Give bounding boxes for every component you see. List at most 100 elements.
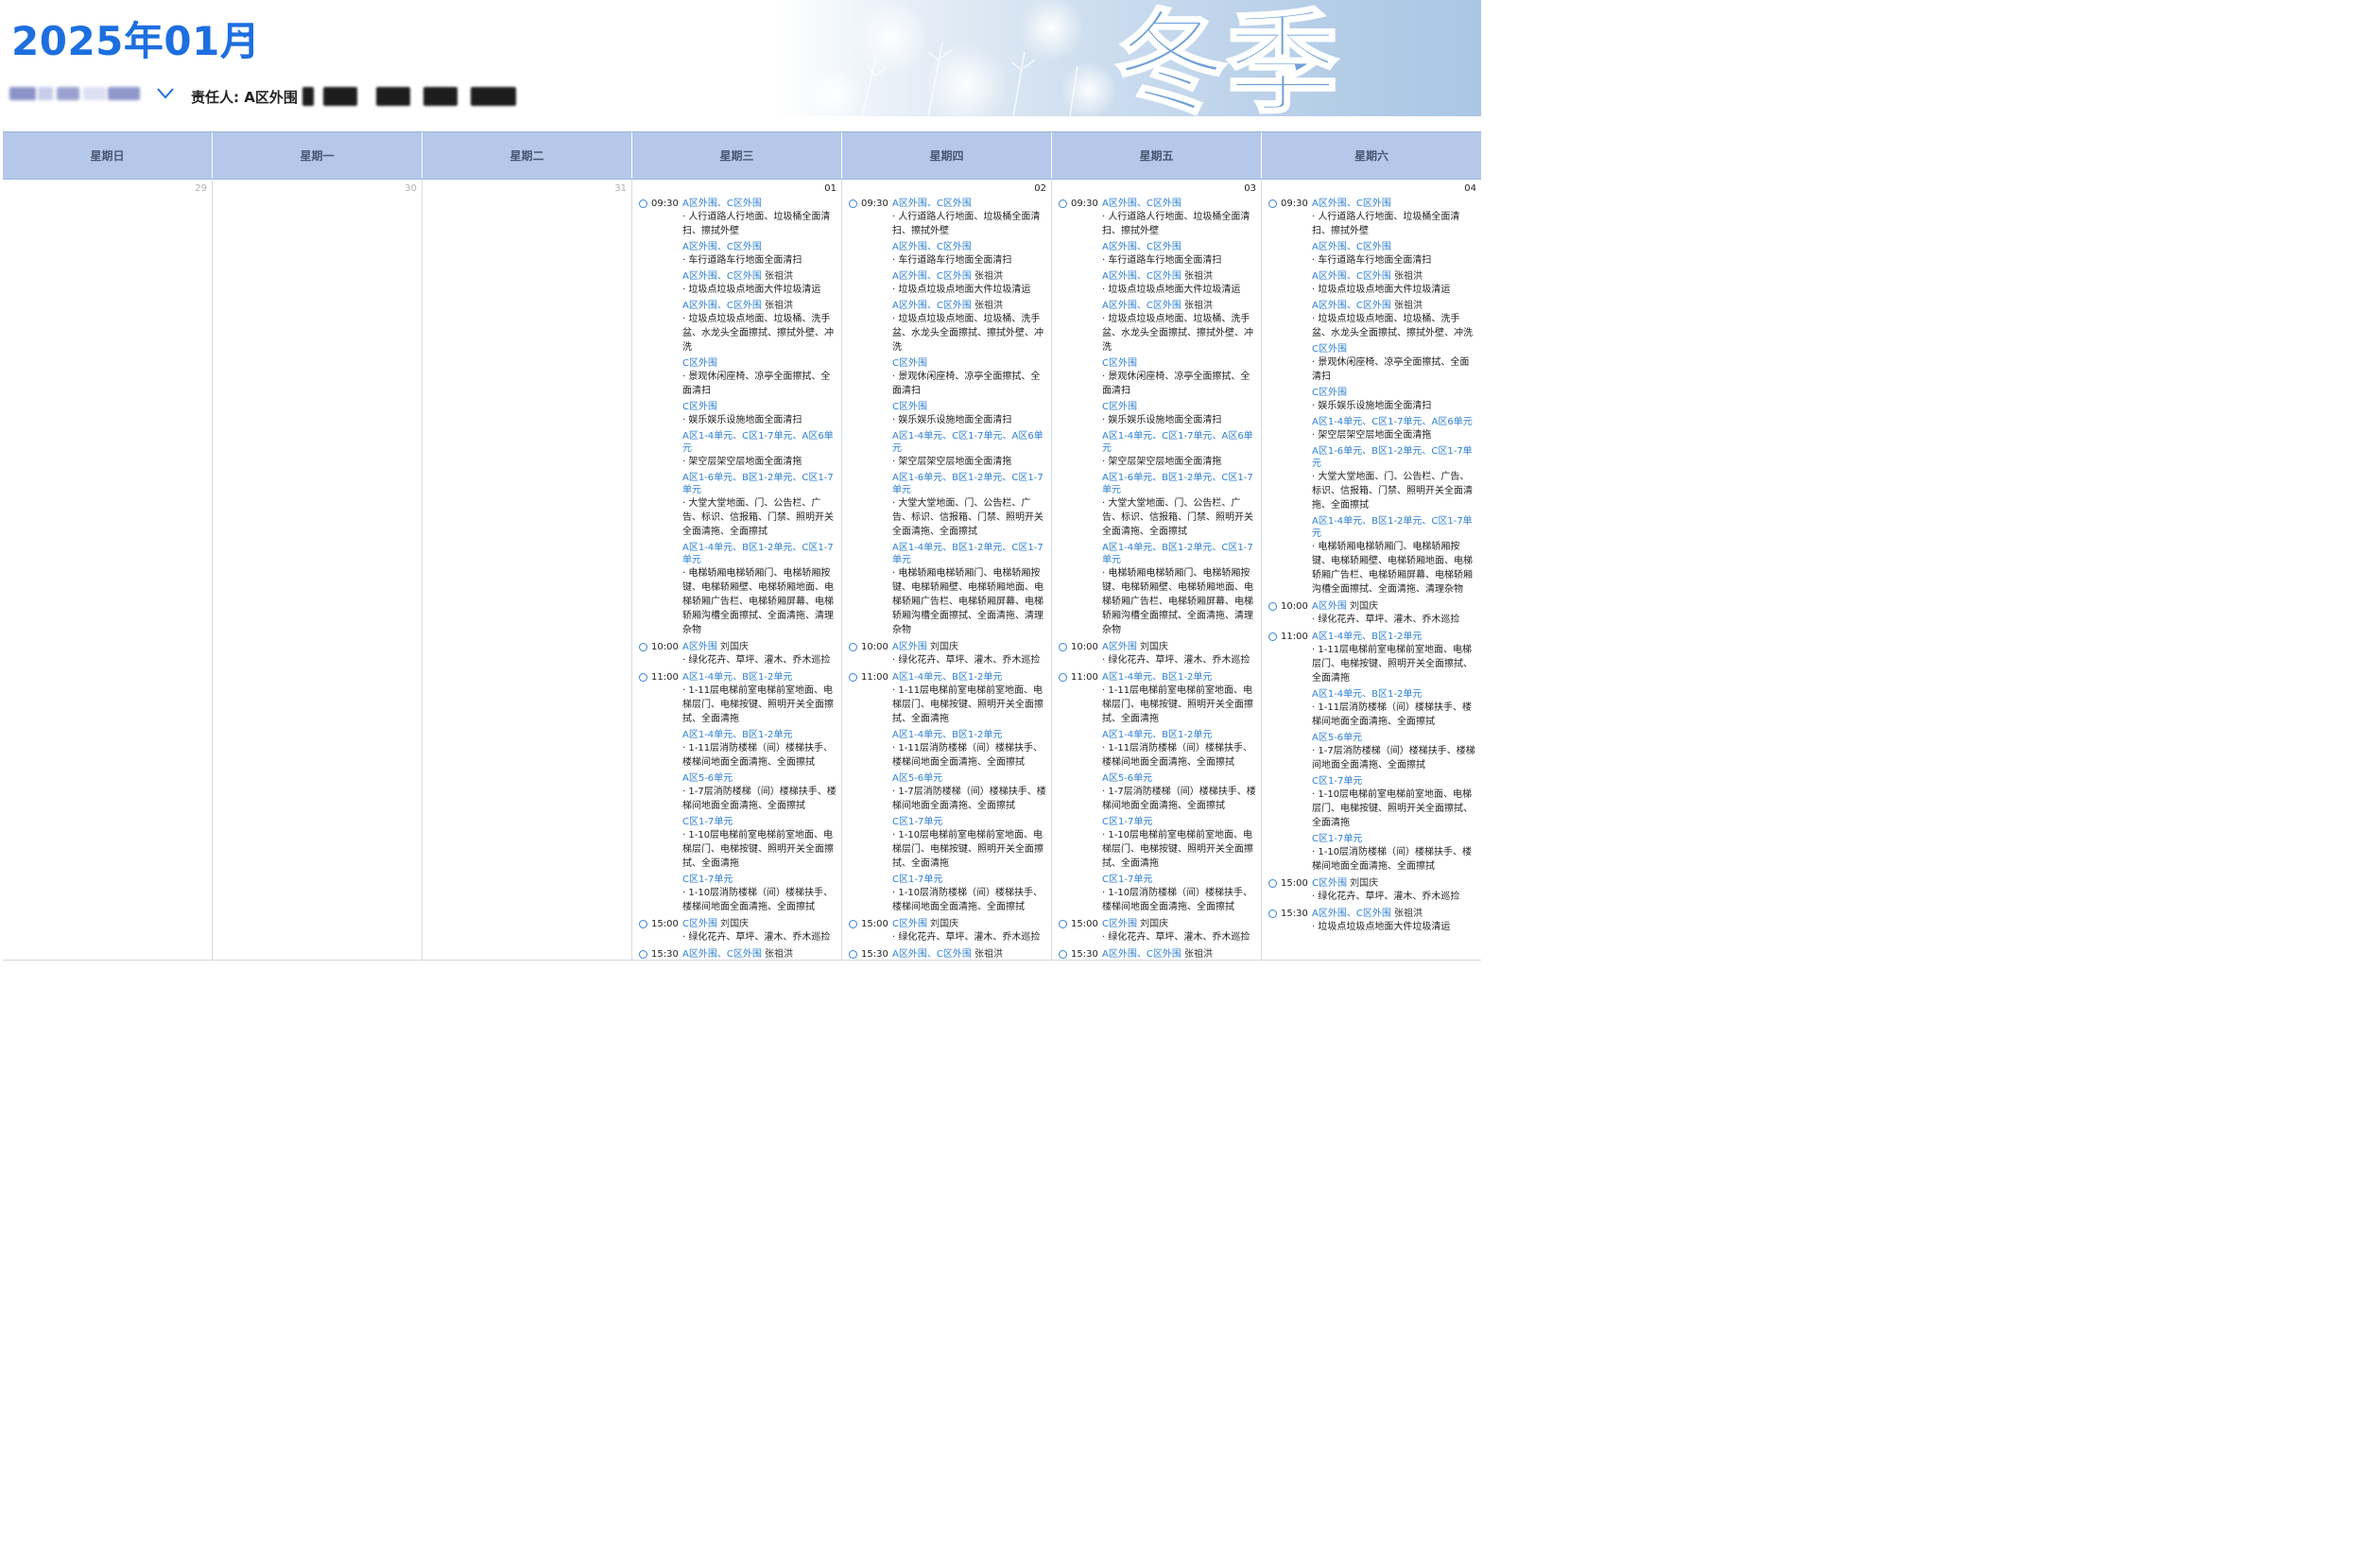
event-areas[interactable]: A区1-4单元、B区1-2单元、C区1-7单元: [892, 543, 1043, 565]
event-areas[interactable]: A区外围、C区外围: [892, 242, 972, 252]
schedule-event[interactable]: A区外围、C区外围 · 人行道路人行地面、垃圾桶全面清扫、擦拭外壁: [682, 198, 837, 238]
schedule-event[interactable]: A区5-6单元 · 1-7层消防楼梯（间）楼梯扶手、楼梯间地面全面清拖、全面擦拭: [1102, 772, 1257, 813]
event-areas[interactable]: A区外围、C区外围: [1312, 199, 1391, 209]
event-areas[interactable]: C区外围: [682, 358, 717, 369]
event-areas[interactable]: A区外围、C区外围: [892, 271, 972, 282]
event-areas[interactable]: A区外围、C区外围: [1102, 301, 1181, 311]
schedule-event[interactable]: A区1-4单元、B区1-2单元、C区1-7单元 · 电梯轿厢电梯轿厢门、电梯轿厢按…: [682, 542, 837, 637]
event-areas[interactable]: A区1-6单元、B区1-2单元、C区1-7单元: [1312, 446, 1473, 469]
schedule-event[interactable]: C区外围 刘国庆 · 绿化花卉、草坪、灌木、乔木巡捡: [1312, 877, 1477, 904]
schedule-event[interactable]: A区5-6单元 · 1-7层消防楼梯（间）楼梯扶手、楼梯间地面全面清拖、全面擦拭: [892, 772, 1047, 813]
day-cell[interactable]: 04 09:30 A区外围、C区外围 · 人行道路人行地面、垃圾桶全面清扫、擦拭外壁 A…: [1262, 180, 1481, 960]
schedule-event[interactable]: A区外围、C区外围 · 车行道路车行地面全面清扫: [682, 241, 837, 268]
event-areas[interactable]: A区5-6单元: [892, 773, 942, 784]
schedule-event[interactable]: A区1-4单元、C区1-7单元、A区6单元 · 架空层架空层地面全面清拖: [892, 430, 1047, 469]
schedule-event[interactable]: C区外围 刘国庆 · 绿化花卉、草坪、灌木、乔木巡捡: [682, 918, 837, 944]
event-areas[interactable]: C区1-7单元: [892, 875, 942, 885]
schedule-event[interactable]: C区1-7单元 · 1-10层消防楼梯（间）楼梯扶手、楼梯间地面全面清拖、全面擦拭: [892, 874, 1047, 914]
event-areas[interactable]: C区外围: [892, 402, 927, 412]
event-areas[interactable]: A区1-4单元、B区1-2单元: [892, 730, 1002, 740]
schedule-event[interactable]: C区外围 · 景观休闲座椅、凉亭全面擦拭、全面清扫: [1102, 357, 1257, 398]
event-areas[interactable]: A区1-4单元、B区1-2单元: [682, 672, 792, 683]
chevron-down-icon[interactable]: [234, 23, 255, 43]
schedule-event[interactable]: A区外围 刘国庆 · 绿化花卉、草坪、灌木、乔木巡捡: [892, 641, 1047, 667]
schedule-event[interactable]: C区1-7单元 · 1-10层消防楼梯（间）楼梯扶手、楼梯间地面全面清拖、全面擦拭: [682, 874, 837, 914]
day-cell[interactable]: 03 09:30 A区外围、C区外围 · 人行道路人行地面、垃圾桶全面清扫、擦拭外壁 A…: [1052, 180, 1262, 960]
schedule-event[interactable]: A区外围、C区外围 张祖洪· 垃圾点垃圾点地面大件垃圾清运: [682, 948, 837, 960]
event-areas[interactable]: A区外围、C区外围: [682, 301, 762, 311]
schedule-event[interactable]: A区1-4单元、B区1-2单元 · 1-11层消防楼梯（间）楼梯扶手、楼梯间地面全…: [892, 729, 1047, 770]
event-areas[interactable]: C区1-7单元: [1312, 776, 1362, 787]
schedule-event[interactable]: A区1-4单元、B区1-2单元 · 1-11层电梯前室电梯前室地面、电梯层门、电梯…: [1102, 671, 1257, 726]
event-areas[interactable]: A区1-4单元、B区1-2单元: [1102, 672, 1212, 683]
schedule-event[interactable]: A区外围、C区外围 · 车行道路车行地面全面清扫: [1312, 241, 1477, 268]
event-areas[interactable]: A区外围、C区外围: [892, 949, 972, 960]
event-areas[interactable]: A区1-4单元、C区1-7单元、A区6单元: [892, 431, 1043, 454]
schedule-event[interactable]: A区外围、C区外围 张祖洪· 垃圾点垃圾点地面大件垃圾清运: [892, 270, 1047, 297]
event-areas[interactable]: A区1-4单元、B区1-2单元: [1102, 730, 1212, 740]
schedule-event[interactable]: A区1-4单元、B区1-2单元 · 1-11层电梯前室电梯前室地面、电梯层门、电梯…: [1312, 631, 1477, 685]
event-areas[interactable]: A区1-4单元、C区1-7单元、A区6单元: [1102, 431, 1253, 454]
event-areas[interactable]: A区1-6单元、B区1-2单元、C区1-7单元: [892, 473, 1043, 495]
event-areas[interactable]: C区外围: [1102, 402, 1137, 412]
event-areas[interactable]: A区5-6单元: [682, 773, 733, 784]
event-areas[interactable]: A区1-4单元、B区1-2单元: [1312, 689, 1422, 700]
event-areas[interactable]: C区外围: [1102, 358, 1137, 369]
event-areas[interactable]: A区外围、C区外围: [1312, 301, 1391, 311]
day-cell[interactable]: 02 09:30 A区外围、C区外围 · 人行道路人行地面、垃圾桶全面清扫、擦拭外壁 A…: [842, 180, 1052, 960]
schedule-event[interactable]: A区1-4单元、B区1-2单元 · 1-11层电梯前室电梯前室地面、电梯层门、电梯…: [682, 671, 837, 726]
schedule-event[interactable]: A区外围 刘国庆 · 绿化花卉、草坪、灌木、乔木巡捡: [682, 641, 837, 667]
schedule-event[interactable]: C区外围 刘国庆 · 绿化花卉、草坪、灌木、乔木巡捡: [892, 918, 1047, 944]
schedule-event[interactable]: A区1-6单元、B区1-2单元、C区1-7单元 · 大堂大堂地面、门、公告栏、广告…: [1312, 445, 1477, 512]
schedule-event[interactable]: A区1-4单元、B区1-2单元、C区1-7单元 · 电梯轿厢电梯轿厢门、电梯轿厢按…: [892, 542, 1047, 637]
schedule-event[interactable]: A区1-6单元、B区1-2单元、C区1-7单元 · 大堂大堂地面、门、公告栏、广告…: [892, 472, 1047, 539]
schedule-event[interactable]: A区外围、C区外围 张祖洪· 垃圾点垃圾点地面大件垃圾清运: [1312, 908, 1477, 934]
event-areas[interactable]: C区外围: [1312, 388, 1347, 398]
schedule-event[interactable]: A区1-4单元、B区1-2单元、C区1-7单元 · 电梯轿厢电梯轿厢门、电梯轿厢按…: [1102, 542, 1257, 637]
schedule-event[interactable]: C区外围 · 娱乐娱乐设施地面全面清扫: [1312, 387, 1477, 413]
event-areas[interactable]: C区1-7单元: [1102, 817, 1152, 827]
schedule-event[interactable]: C区外围 · 娱乐娱乐设施地面全面清扫: [892, 401, 1047, 427]
schedule-event[interactable]: A区1-4单元、B区1-2单元、C区1-7单元 · 电梯轿厢电梯轿厢门、电梯轿厢按…: [1312, 515, 1477, 597]
event-areas[interactable]: C区1-7单元: [1312, 834, 1362, 844]
schedule-event[interactable]: A区外围、C区外围 · 人行道路人行地面、垃圾桶全面清扫、擦拭外壁: [892, 198, 1047, 238]
month-title[interactable]: 2025年01月: [11, 9, 260, 67]
schedule-event[interactable]: A区外围、C区外围 · 人行道路人行地面、垃圾桶全面清扫、擦拭外壁: [1102, 198, 1257, 238]
schedule-event[interactable]: A区外围、C区外围 张祖洪· 垃圾点垃圾点地面大件垃圾清运: [892, 948, 1047, 960]
event-areas[interactable]: C区外围: [1312, 878, 1347, 889]
event-areas[interactable]: A区外围、C区外围: [892, 301, 972, 311]
event-areas[interactable]: A区1-4单元、B区1-2单元: [1312, 632, 1422, 642]
event-areas[interactable]: A区外围、C区外围: [892, 199, 972, 209]
schedule-event[interactable]: A区1-6单元、B区1-2单元、C区1-7单元 · 大堂大堂地面、门、公告栏、广告…: [682, 472, 837, 539]
schedule-event[interactable]: A区外围、C区外围 张祖洪· 垃圾点垃圾点地面大件垃圾清运: [1102, 948, 1257, 960]
day-cell[interactable]: 31: [423, 180, 632, 960]
event-areas[interactable]: C区1-7单元: [892, 817, 942, 827]
day-cell[interactable]: 30: [213, 180, 423, 960]
event-areas[interactable]: A区外围: [682, 642, 717, 652]
day-cell[interactable]: 01 09:30 A区外围、C区外围 · 人行道路人行地面、垃圾桶全面清扫、擦拭外壁 A…: [632, 180, 842, 960]
schedule-event[interactable]: A区外围、C区外围 张祖洪 · 垃圾点垃圾点地面、垃圾桶、洗手盆、水龙头全面擦拭、…: [682, 300, 837, 355]
schedule-event[interactable]: A区外围、C区外围 张祖洪· 垃圾点垃圾点地面大件垃圾清运: [1102, 270, 1257, 297]
event-areas[interactable]: A区外围、C区外围: [1312, 909, 1391, 919]
schedule-event[interactable]: A区1-4单元、B区1-2单元 · 1-11层电梯前室电梯前室地面、电梯层门、电梯…: [892, 671, 1047, 726]
day-cell[interactable]: 29: [3, 180, 213, 960]
event-areas[interactable]: A区1-6单元、B区1-2单元、C区1-7单元: [682, 473, 834, 495]
schedule-event[interactable]: C区1-7单元 · 1-10层电梯前室电梯前室地面、电梯层门、电梯按键、照明开关全…: [1312, 775, 1477, 830]
event-areas[interactable]: C区外围: [892, 919, 927, 929]
schedule-event[interactable]: C区外围 刘国庆 · 绿化花卉、草坪、灌木、乔木巡捡: [1102, 918, 1257, 944]
schedule-event[interactable]: A区外围、C区外围 · 车行道路车行地面全面清扫: [1102, 241, 1257, 268]
schedule-event[interactable]: A区1-4单元、B区1-2单元 · 1-11层消防楼梯（间）楼梯扶手、楼梯间地面全…: [1312, 688, 1477, 729]
event-areas[interactable]: C区外围: [1102, 919, 1137, 929]
event-areas[interactable]: A区1-4单元、B区1-2单元: [892, 672, 1002, 683]
schedule-event[interactable]: A区外围 刘国庆 · 绿化花卉、草坪、灌木、乔木巡捡: [1312, 600, 1477, 627]
schedule-event[interactable]: C区1-7单元 · 1-10层电梯前室电梯前室地面、电梯层门、电梯按键、照明开关全…: [682, 816, 837, 871]
event-areas[interactable]: C区1-7单元: [682, 817, 733, 827]
schedule-event[interactable]: A区外围、C区外围 · 车行道路车行地面全面清扫: [892, 241, 1047, 268]
event-areas[interactable]: A区外围、C区外围: [1312, 271, 1391, 282]
schedule-event[interactable]: A区外围、C区外围 张祖洪· 垃圾点垃圾点地面大件垃圾清运: [682, 270, 837, 297]
event-areas[interactable]: A区1-6单元、B区1-2单元、C区1-7单元: [1102, 473, 1253, 495]
event-areas[interactable]: A区外围、C区外围: [1102, 271, 1181, 282]
schedule-event[interactable]: A区外围、C区外围 张祖洪 · 垃圾点垃圾点地面、垃圾桶、洗手盆、水龙头全面擦拭、…: [892, 300, 1047, 355]
event-areas[interactable]: A区外围、C区外围: [1102, 199, 1181, 209]
schedule-event[interactable]: A区1-4单元、B区1-2单元 · 1-11层消防楼梯（间）楼梯扶手、楼梯间地面全…: [1102, 729, 1257, 770]
